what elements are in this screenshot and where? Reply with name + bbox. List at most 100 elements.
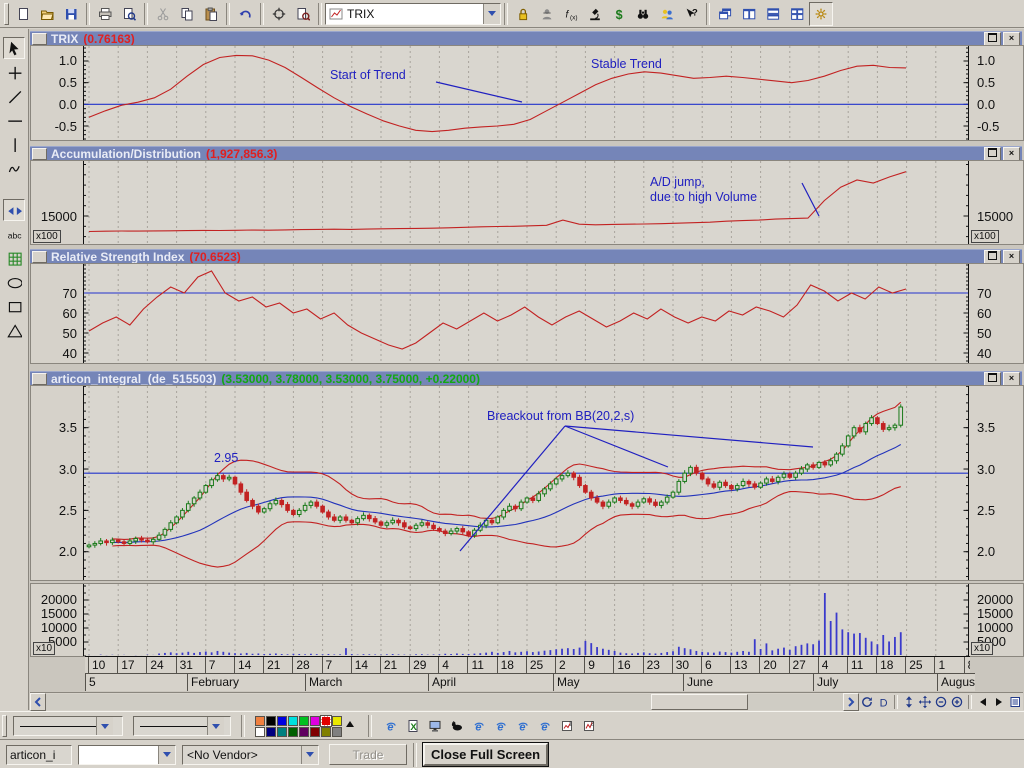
close-full-screen-button[interactable]: Close Full Screen	[423, 743, 548, 766]
ie-export-button[interactable]: e	[534, 715, 556, 737]
toolbar-grip[interactable]	[2, 715, 7, 737]
step-left-button[interactable]	[975, 694, 991, 710]
pointer-button[interactable]	[3, 37, 25, 59]
ellipse-tool-button[interactable]	[3, 271, 25, 293]
color-swatch[interactable]	[277, 716, 287, 726]
plot-rsi[interactable]	[83, 264, 969, 363]
scroll-left-button[interactable]	[30, 693, 46, 711]
monitor-export-button[interactable]	[424, 715, 446, 737]
dollar-button[interactable]: $	[607, 2, 631, 26]
hline-tool-button[interactable]	[3, 109, 25, 131]
toolbar-grip[interactable]	[4, 3, 9, 25]
zoom-out-button[interactable]	[933, 694, 949, 710]
color-swatch[interactable]	[255, 727, 265, 737]
color-swatch[interactable]	[288, 727, 298, 737]
grid-tool-button[interactable]	[3, 247, 25, 269]
chart-export-2-button[interactable]: 2	[578, 715, 600, 737]
trendline-tool-button[interactable]	[3, 85, 25, 107]
color-swatch[interactable]	[332, 727, 342, 737]
help-pointer-button[interactable]: ?	[679, 2, 703, 26]
symbol-input[interactable]	[6, 745, 72, 765]
plot-trix[interactable]	[83, 46, 969, 140]
trade-button[interactable]: Trade	[329, 744, 407, 765]
excel-export-button[interactable]: X	[402, 715, 424, 737]
expand-vertical-button[interactable]	[901, 694, 917, 710]
interval-combo[interactable]	[78, 745, 176, 765]
vline-tool-button[interactable]	[3, 133, 25, 155]
scroll-arrows-tool-button[interactable]	[3, 199, 25, 221]
triangle-tool-button[interactable]	[3, 319, 25, 341]
text-tool-button[interactable]: abc	[3, 223, 25, 245]
color-swatch[interactable]	[288, 716, 298, 726]
chevron-down-icon[interactable]	[483, 4, 500, 24]
bull-export-button[interactable]	[446, 715, 468, 737]
function-fx-button[interactable]: f(x)	[559, 2, 583, 26]
chevron-down-icon[interactable]	[158, 746, 175, 764]
maximize-button[interactable]	[984, 147, 1001, 161]
ie-export-button[interactable]: e	[380, 715, 402, 737]
tile-grid-button[interactable]	[785, 2, 809, 26]
chart-crosshair-button[interactable]	[267, 2, 291, 26]
rectangle-tool-button[interactable]	[3, 295, 25, 317]
scroll-right-button[interactable]	[843, 693, 859, 711]
lock-button[interactable]	[511, 2, 535, 26]
cut-button[interactable]	[151, 2, 175, 26]
palette-more-button[interactable]	[346, 717, 354, 727]
ie-export-button[interactable]: e	[468, 715, 490, 737]
binoculars-button[interactable]	[631, 2, 655, 26]
chevron-down-icon[interactable]	[301, 746, 318, 764]
vendor-combo[interactable]: <No Vendor>	[182, 745, 319, 765]
zoom-in-button[interactable]	[949, 694, 965, 710]
copy-button[interactable]	[175, 2, 199, 26]
close-button[interactable]: ×	[1003, 147, 1020, 161]
line-width-combo[interactable]	[133, 716, 231, 736]
users-button[interactable]	[655, 2, 679, 26]
color-swatch[interactable]	[266, 716, 276, 726]
color-swatch[interactable]	[255, 716, 265, 726]
symbol-combo[interactable]: TRIX	[325, 3, 501, 25]
color-swatch[interactable]	[266, 727, 276, 737]
chart-export-1-button[interactable]: 1	[556, 715, 578, 737]
color-swatch[interactable]	[299, 727, 309, 737]
zoom-document-button[interactable]	[291, 2, 315, 26]
chevron-down-icon[interactable]	[96, 717, 113, 735]
scrollbar-thumb[interactable]	[651, 694, 748, 710]
microscope-button[interactable]	[583, 2, 607, 26]
close-button[interactable]: ×	[1003, 250, 1020, 264]
ie-export-button[interactable]: e	[490, 715, 512, 737]
maximize-button[interactable]	[984, 372, 1001, 386]
close-button[interactable]: ×	[1003, 372, 1020, 386]
crosshair-tool-button[interactable]	[3, 61, 25, 83]
close-button[interactable]: ×	[1003, 32, 1020, 46]
refresh-button[interactable]	[859, 694, 875, 710]
cascade-windows-button[interactable]	[713, 2, 737, 26]
maximize-button[interactable]	[984, 32, 1001, 46]
step-right-button[interactable]	[991, 694, 1007, 710]
list-button[interactable]	[1007, 694, 1023, 710]
panel-titlebar-ad[interactable]: Accumulation/Distribution(1,927,856.3)×	[30, 146, 1022, 160]
print-preview-button[interactable]	[117, 2, 141, 26]
paste-button[interactable]	[199, 2, 223, 26]
chevron-down-icon[interactable]	[207, 717, 224, 735]
expert-advisor-button[interactable]	[535, 2, 559, 26]
tile-horizontal-button[interactable]	[761, 2, 785, 26]
panel-titlebar-rsi[interactable]: Relative Strength Index(70.6523)×	[30, 249, 1022, 263]
undo-button[interactable]	[233, 2, 257, 26]
color-swatch[interactable]	[321, 727, 331, 737]
move-button[interactable]	[917, 694, 933, 710]
open-folder-button[interactable]	[35, 2, 59, 26]
color-swatch[interactable]	[310, 727, 320, 737]
plot-ad[interactable]	[83, 161, 969, 244]
color-swatch[interactable]	[321, 716, 331, 726]
plot-volume[interactable]	[83, 584, 969, 656]
wave-tool-button[interactable]	[3, 157, 25, 179]
line-style-combo[interactable]	[13, 716, 123, 736]
save-button[interactable]	[59, 2, 83, 26]
color-swatch[interactable]	[277, 727, 287, 737]
tile-vertical-button[interactable]	[737, 2, 761, 26]
color-swatch[interactable]	[332, 716, 342, 726]
panel-titlebar-trix[interactable]: TRIX(0.76163)×	[30, 31, 1022, 45]
maximize-button[interactable]	[984, 250, 1001, 264]
new-document-button[interactable]	[11, 2, 35, 26]
color-swatch[interactable]	[299, 716, 309, 726]
